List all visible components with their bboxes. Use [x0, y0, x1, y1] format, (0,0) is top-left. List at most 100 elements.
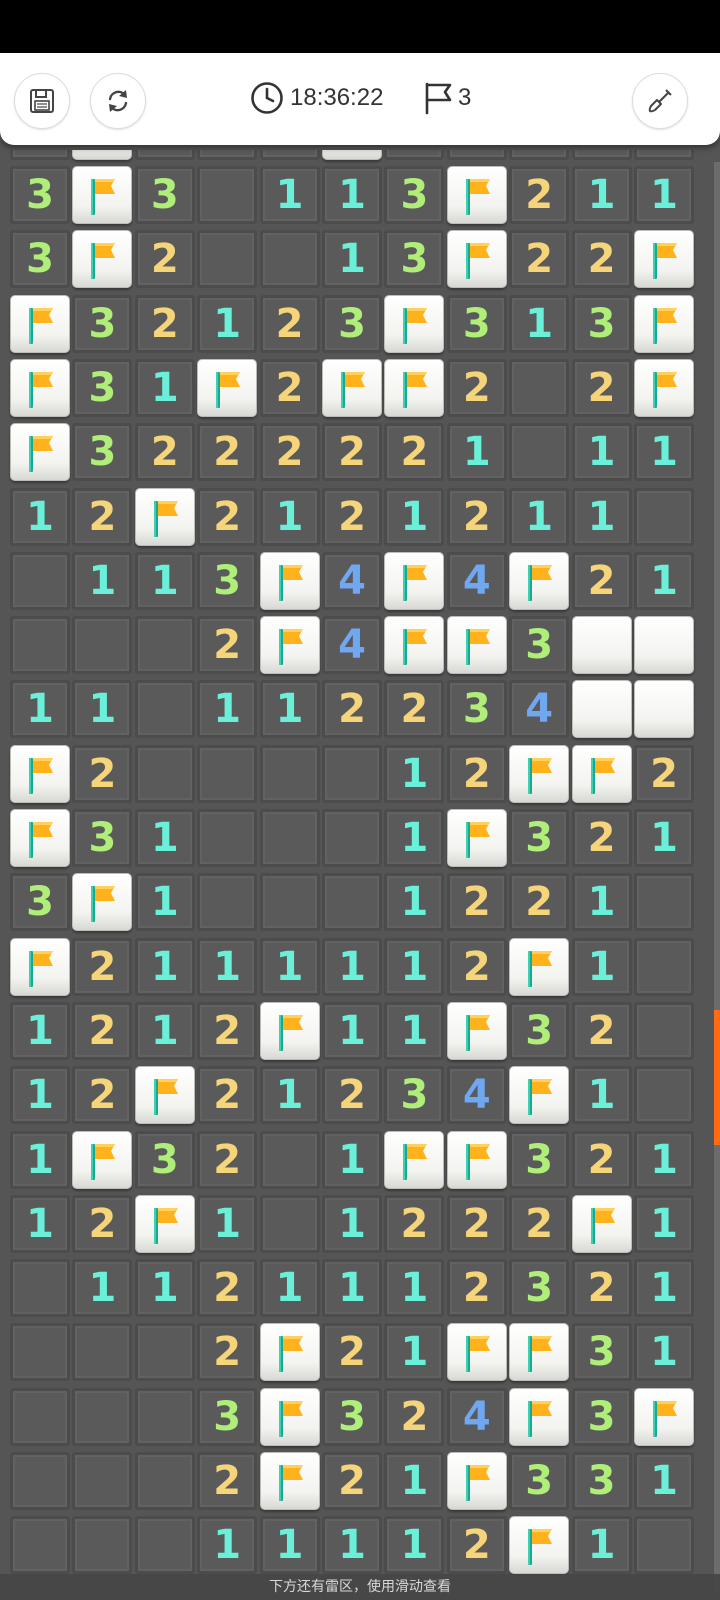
number-cell[interactable]: 2 [446, 873, 507, 932]
number-cell[interactable]: 1 [259, 166, 320, 224]
flagged-cell[interactable] [446, 809, 507, 867]
number-cell[interactable]: 1 [571, 1066, 632, 1125]
number-cell[interactable]: 1 [384, 1452, 445, 1510]
number-cell[interactable]: 2 [322, 1323, 382, 1382]
number-cell[interactable]: 1 [634, 1452, 694, 1510]
number-cell[interactable]: 1 [322, 1194, 382, 1253]
flagged-cell[interactable] [384, 551, 445, 610]
flagged-cell[interactable] [10, 809, 70, 867]
number-cell[interactable]: 2 [197, 487, 258, 546]
number-cell[interactable]: 2 [446, 487, 507, 546]
number-cell[interactable]: 1 [322, 937, 382, 996]
number-cell[interactable]: 3 [72, 809, 133, 867]
number-cell[interactable]: 2 [322, 487, 382, 546]
number-cell[interactable]: 3 [72, 358, 133, 417]
number-cell[interactable]: 2 [571, 551, 632, 610]
number-cell[interactable]: 3 [509, 1259, 570, 1318]
empty-cell[interactable] [72, 1452, 133, 1510]
number-cell[interactable]: 1 [134, 873, 195, 932]
number-cell[interactable]: 1 [634, 1259, 694, 1318]
flagged-cell[interactable] [72, 1130, 133, 1189]
number-cell[interactable]: 1 [571, 166, 632, 224]
number-cell[interactable]: 1 [634, 809, 694, 867]
number-cell[interactable]: 3 [446, 680, 507, 739]
number-cell[interactable]: 1 [509, 294, 570, 353]
number-cell[interactable]: 2 [72, 487, 133, 546]
number-cell[interactable]: 1 [134, 551, 195, 610]
empty-cell[interactable] [634, 1066, 694, 1125]
number-cell[interactable]: 2 [446, 1194, 507, 1253]
flagged-cell[interactable] [259, 1323, 320, 1382]
number-cell[interactable]: 1 [384, 744, 445, 803]
flagged-cell[interactable] [446, 166, 507, 224]
number-cell[interactable]: 1 [322, 1001, 382, 1060]
number-cell[interactable]: 2 [509, 166, 570, 224]
mine-cell[interactable] [446, 150, 507, 160]
number-cell[interactable]: 2 [509, 1194, 570, 1253]
number-cell[interactable]: 2 [197, 423, 258, 482]
number-cell[interactable]: 1 [197, 937, 258, 996]
empty-cell[interactable] [634, 1001, 694, 1060]
number-cell[interactable]: 2 [571, 230, 632, 289]
number-cell[interactable]: 1 [322, 166, 382, 224]
number-cell[interactable]: 3 [197, 1387, 258, 1446]
minefield-viewport[interactable]: 3311321132132232123313312223222221111221… [0, 150, 720, 1600]
empty-cell[interactable] [634, 1516, 694, 1575]
number-cell[interactable]: 3 [197, 551, 258, 610]
mine-cell[interactable] [509, 150, 570, 160]
number-cell[interactable]: 2 [72, 1194, 133, 1253]
flagged-cell[interactable] [134, 487, 195, 546]
number-cell[interactable]: 1 [571, 937, 632, 996]
empty-cell[interactable] [72, 1323, 133, 1382]
number-cell[interactable]: 1 [72, 1259, 133, 1318]
number-cell[interactable]: 1 [634, 1130, 694, 1189]
number-cell[interactable]: 1 [634, 166, 694, 224]
flagged-cell[interactable] [571, 744, 632, 803]
number-cell[interactable]: 1 [322, 1516, 382, 1575]
empty-cell[interactable] [72, 616, 133, 675]
number-cell[interactable]: 4 [446, 1387, 507, 1446]
number-cell[interactable]: 2 [322, 1452, 382, 1510]
number-cell[interactable]: 1 [571, 873, 632, 932]
number-cell[interactable]: 3 [10, 166, 70, 224]
number-cell[interactable]: 2 [197, 1066, 258, 1125]
number-cell[interactable]: 1 [634, 1194, 694, 1253]
number-cell[interactable]: 2 [446, 937, 507, 996]
number-cell[interactable]: 1 [384, 1516, 445, 1575]
empty-cell[interactable] [10, 616, 70, 675]
mine-cell[interactable] [384, 150, 445, 160]
empty-cell[interactable] [259, 1130, 320, 1189]
number-cell[interactable]: 2 [72, 937, 133, 996]
flagged-cell[interactable] [509, 1323, 570, 1382]
number-cell[interactable]: 2 [571, 1259, 632, 1318]
flagged-cell[interactable] [134, 1194, 195, 1253]
number-cell[interactable]: 1 [72, 680, 133, 739]
number-cell[interactable]: 2 [571, 358, 632, 417]
empty-cell[interactable] [10, 1259, 70, 1318]
number-cell[interactable]: 1 [634, 551, 694, 610]
number-cell[interactable]: 2 [134, 294, 195, 353]
number-cell[interactable]: 1 [571, 1516, 632, 1575]
number-cell[interactable]: 1 [197, 294, 258, 353]
number-cell[interactable]: 2 [72, 1001, 133, 1060]
number-cell[interactable]: 1 [259, 680, 320, 739]
flagged-cell[interactable] [509, 937, 570, 996]
number-cell[interactable]: 1 [634, 423, 694, 482]
number-cell[interactable]: 1 [10, 1130, 70, 1189]
flagged-cell[interactable] [197, 358, 258, 417]
scrollbar-track[interactable] [714, 162, 720, 1592]
number-cell[interactable]: 2 [446, 358, 507, 417]
number-cell[interactable]: 2 [259, 358, 320, 417]
number-cell[interactable]: 3 [571, 1452, 632, 1510]
number-cell[interactable]: 1 [509, 487, 570, 546]
mine-cell[interactable] [134, 150, 195, 160]
number-cell[interactable]: 3 [10, 230, 70, 289]
number-cell[interactable]: 3 [509, 1001, 570, 1060]
empty-cell[interactable] [259, 744, 320, 803]
number-cell[interactable]: 1 [259, 1066, 320, 1125]
number-cell[interactable]: 2 [72, 744, 133, 803]
mine-cell[interactable] [322, 150, 382, 160]
mine-cell[interactable] [571, 150, 632, 160]
empty-cell[interactable] [10, 1387, 70, 1446]
number-cell[interactable]: 1 [384, 873, 445, 932]
